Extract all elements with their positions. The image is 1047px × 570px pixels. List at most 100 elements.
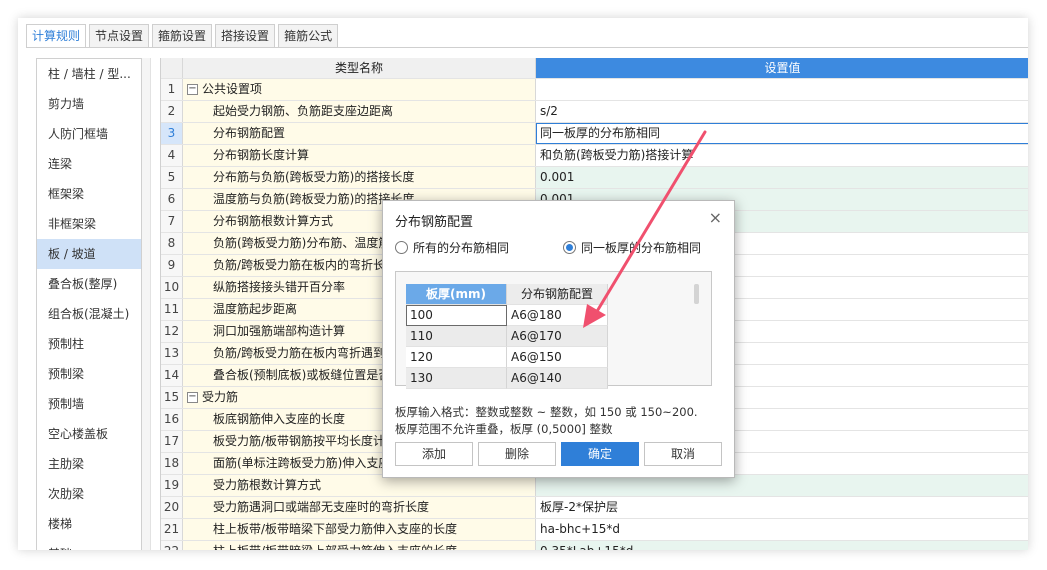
- sidebar-item-16[interactable]: 基础: [37, 539, 141, 550]
- row-setting-value[interactable]: 0.001: [536, 167, 1028, 188]
- sidebar-item-11[interactable]: 预制墙: [37, 389, 141, 419]
- row-type-name: 分布钢筋长度计算: [183, 145, 536, 166]
- radio-all-same[interactable]: 所有的分布筋相同: [395, 239, 509, 256]
- tab-divider: [26, 47, 1028, 48]
- row-number: 6: [161, 189, 183, 210]
- row-number: 12: [161, 321, 183, 342]
- sidebar-item-7[interactable]: 叠合板(整厚): [37, 269, 141, 299]
- rebar-config-cell[interactable]: A6@170: [507, 326, 608, 347]
- sidebar-item-8[interactable]: 组合板(混凝土): [37, 299, 141, 329]
- tab-3[interactable]: 搭接设置: [215, 24, 276, 47]
- grid-header: 类型名称 设置值: [161, 58, 1028, 79]
- delete-button[interactable]: 删除: [478, 442, 556, 466]
- header-num: [161, 58, 183, 78]
- table-row[interactable]: 22 柱上板带/板带暗梁上部受力筋伸入支座的长度 0.35*Lab+15*d: [161, 541, 1028, 550]
- row-type-label: 温度筋起步距离: [213, 302, 298, 316]
- tab-4[interactable]: 箍筋公式: [278, 24, 339, 47]
- sidebar-item-2[interactable]: 人防门框墙: [37, 119, 141, 149]
- sidebar-item-10[interactable]: 预制梁: [37, 359, 141, 389]
- row-type-label: 负筋/跨板受力筋在板内弯折遇到: [213, 346, 386, 360]
- collapse-icon[interactable]: −: [187, 392, 198, 403]
- row-type-name: 受力筋遇洞口或端部无支座时的弯折长度: [183, 497, 536, 518]
- row-setting-value[interactable]: 板厚-2*保护层: [536, 497, 1028, 518]
- rebar-config-cell[interactable]: A6@150: [507, 347, 608, 368]
- rebar-config-cell[interactable]: A6@180: [507, 305, 608, 326]
- tab-bar: 计算规则 节点设置 箍筋设置 搭接设置 箍筋公式: [26, 24, 341, 48]
- row-type-label: 受力筋根数计算方式: [213, 478, 322, 492]
- collapse-icon[interactable]: −: [187, 84, 198, 95]
- confirm-button[interactable]: 确定: [561, 442, 639, 466]
- row-type-name: 分布筋与负筋(跨板受力筋)的搭接长度: [183, 167, 536, 188]
- row-type-label: 受力筋遇洞口或端部无支座时的弯折长度: [213, 500, 430, 514]
- table-row[interactable]: 19 受力筋根数计算方式: [161, 475, 1028, 497]
- row-type-label: 面筋(单标注跨板受力筋)伸入支座: [213, 456, 391, 470]
- add-button[interactable]: 添加: [395, 442, 473, 466]
- row-setting-value[interactable]: [536, 475, 1028, 496]
- table-row[interactable]: 120 A6@150: [406, 347, 608, 368]
- thickness-cell[interactable]: 120: [406, 347, 507, 368]
- row-setting-value[interactable]: 和负筋(跨板受力筋)搭接计算: [536, 145, 1028, 166]
- row-type-label: 分布钢筋根数计算方式: [213, 214, 334, 228]
- table-scrollbar[interactable]: [694, 284, 699, 304]
- row-number: 5: [161, 167, 183, 188]
- sidebar-item-4[interactable]: 框架梁: [37, 179, 141, 209]
- row-setting-value[interactable]: ha-bhc+15*d: [536, 519, 1028, 540]
- radio-button-thickness[interactable]: [563, 241, 576, 254]
- thickness-table-header: 板厚(mm) 分布钢筋配置: [406, 284, 608, 305]
- header-rebar-config: 分布钢筋配置: [507, 284, 608, 305]
- row-setting-value[interactable]: 同一板厚的分布筋相同: [536, 123, 1028, 144]
- row-type-label: 分布钢筋长度计算: [213, 148, 310, 162]
- close-icon[interactable]: ×: [709, 208, 722, 227]
- row-type-label: 板受力筋/板带钢筋按平均长度计: [213, 434, 386, 448]
- table-row[interactable]: 1− 公共设置项: [161, 79, 1028, 101]
- row-setting-value[interactable]: 0.35*Lab+15*d: [536, 541, 1028, 550]
- thickness-table: 板厚(mm) 分布钢筋配置 100 A6@180 110 A6@170 120 A6@150 1…: [406, 284, 608, 389]
- table-row[interactable]: 110 A6@170: [406, 326, 608, 347]
- tab-0[interactable]: 计算规则: [26, 24, 87, 48]
- sidebar-item-15[interactable]: 楼梯: [37, 509, 141, 539]
- table-row[interactable]: 2 起始受力钢筋、负筋距支座边距离 s/2: [161, 101, 1028, 123]
- thickness-cell[interactable]: 110: [406, 326, 507, 347]
- hint-line-1: 板厚输入格式：整数或整数 ~ 整数，如 150 或 150~200.: [395, 405, 698, 419]
- row-number: 7: [161, 211, 183, 232]
- row-type-label: 分布钢筋配置: [213, 126, 286, 140]
- row-number: 19: [161, 475, 183, 496]
- row-number: 1: [161, 79, 183, 100]
- row-type-label: 负筋/跨板受力筋在板内的弯折长: [213, 258, 386, 272]
- sidebar-scrollbar[interactable]: [142, 58, 151, 550]
- radio-same-thickness[interactable]: 同一板厚的分布筋相同: [563, 239, 701, 256]
- rebar-config-cell[interactable]: A6@140: [507, 368, 608, 389]
- radio-button-all[interactable]: [395, 241, 408, 254]
- sidebar-item-14[interactable]: 次肋梁: [37, 479, 141, 509]
- sidebar-item-13[interactable]: 主肋梁: [37, 449, 141, 479]
- row-number: 20: [161, 497, 183, 518]
- row-setting-value[interactable]: [536, 79, 1028, 100]
- row-number: 22: [161, 541, 183, 550]
- row-type-label: 柱上板带/板带暗梁上部受力筋伸入支座的长度: [213, 544, 457, 550]
- row-number: 17: [161, 431, 183, 452]
- table-row[interactable]: 100 A6@180: [406, 305, 608, 326]
- sidebar-item-9[interactable]: 预制柱: [37, 329, 141, 359]
- table-row[interactable]: 4 分布钢筋长度计算 和负筋(跨板受力筋)搭接计算: [161, 145, 1028, 167]
- tab-1[interactable]: 节点设置: [89, 24, 150, 47]
- row-type-label: 起始受力钢筋、负筋距支座边距离: [213, 104, 394, 118]
- cancel-button[interactable]: 取消: [644, 442, 722, 466]
- table-row[interactable]: 5 分布筋与负筋(跨板受力筋)的搭接长度 0.001: [161, 167, 1028, 189]
- table-row[interactable]: 20 受力筋遇洞口或端部无支座时的弯折长度 板厚-2*保护层: [161, 497, 1028, 519]
- sidebar-item-12[interactable]: 空心楼盖板: [37, 419, 141, 449]
- thickness-cell[interactable]: 130: [406, 368, 507, 389]
- sidebar-item-6[interactable]: 板 / 坡道: [37, 239, 141, 269]
- component-sidebar: 柱 / 墙柱 / 型... 剪力墙 人防门框墙 连梁 框架梁 非框架梁板 / 坡道 叠合板(…: [36, 58, 142, 550]
- thickness-table-panel: 板厚(mm) 分布钢筋配置 100 A6@180 110 A6@170 120 A6@150 1…: [395, 271, 712, 389]
- thickness-cell[interactable]: 100: [406, 305, 507, 326]
- sidebar-item-3[interactable]: 连梁: [37, 149, 141, 179]
- sidebar-item-1[interactable]: 剪力墙: [37, 89, 141, 119]
- row-setting-value[interactable]: s/2: [536, 101, 1028, 122]
- table-row[interactable]: 3 分布钢筋配置 同一板厚的分布筋相同: [161, 123, 1028, 145]
- row-type-label: 受力筋: [202, 390, 239, 404]
- sidebar-item-0[interactable]: 柱 / 墙柱 / 型...: [37, 59, 141, 89]
- table-row[interactable]: 130 A6@140: [406, 368, 608, 389]
- table-row[interactable]: 21 柱上板带/板带暗梁下部受力筋伸入支座的长度 ha-bhc+15*d: [161, 519, 1028, 541]
- sidebar-item-5[interactable]: 非框架梁: [37, 209, 141, 239]
- tab-2[interactable]: 箍筋设置: [152, 24, 213, 47]
